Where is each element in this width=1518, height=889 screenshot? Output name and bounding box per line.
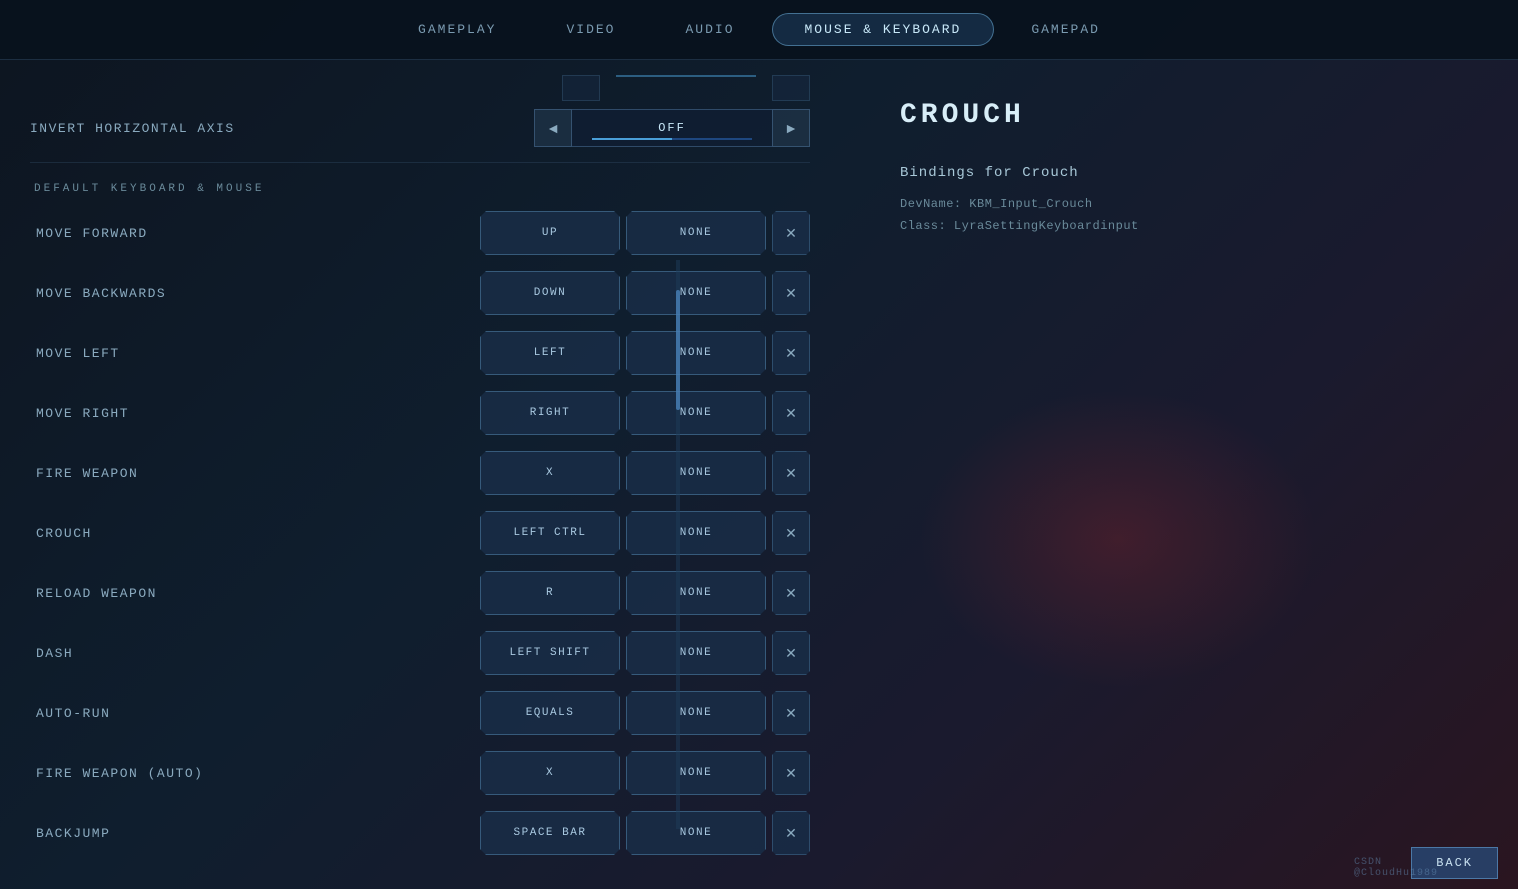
- key-btn-left-2[interactable]: NONE: [626, 331, 766, 375]
- clear-btn-autorun[interactable]: ✕: [772, 691, 810, 735]
- binding-controls-auto-run: EQUALS NONE ✕: [480, 691, 810, 735]
- partial-row: [30, 75, 810, 101]
- binding-info: Bindings for Crouch DevName: KBM_Input_C…: [900, 161, 1458, 237]
- key-btn-forward-2[interactable]: NONE: [626, 211, 766, 255]
- section-header: DEFAULT KEYBOARD & MOUSE: [30, 183, 810, 195]
- right-panel: CROUCH Bindings for Crouch DevName: KBM_…: [840, 60, 1518, 889]
- binding-row-move-forward: Move Forward UP NONE ✕: [30, 207, 810, 259]
- tab-audio[interactable]: AUDIO: [652, 13, 767, 46]
- binding-label-reload-weapon: Reload Weapon: [30, 586, 480, 601]
- clear-btn-reload[interactable]: ✕: [772, 571, 810, 615]
- key-btn-fireweapon-auto-2[interactable]: NONE: [626, 751, 766, 795]
- binding-row-fire-weapon: Fire Weapon X NONE ✕: [30, 447, 810, 499]
- binding-label-backjump: BackJump: [30, 826, 480, 841]
- key-btn-crouch-1[interactable]: LEFT CTRL: [480, 511, 620, 555]
- binding-info-title: Bindings for Crouch: [900, 161, 1458, 186]
- binding-controls-reload-weapon: R NONE ✕: [480, 571, 810, 615]
- binding-row-reload-weapon: Reload Weapon R NONE ✕: [30, 567, 810, 619]
- crouch-title: CROUCH: [900, 100, 1458, 131]
- key-btn-dash-2[interactable]: NONE: [626, 631, 766, 675]
- binding-row-move-right: Move Right RIGHT NONE ✕: [30, 387, 810, 439]
- left-panel: Invert Horizontal Axis ◄ OFF ► DEFAULT K…: [0, 60, 840, 889]
- binding-label-crouch: Crouch: [30, 526, 480, 541]
- key-btn-autorun-2[interactable]: NONE: [626, 691, 766, 735]
- binding-row-move-backwards: Move Backwards DOWN NONE ✕: [30, 267, 810, 319]
- invert-value-display: OFF: [572, 109, 772, 147]
- binding-controls-move-right: RIGHT NONE ✕: [480, 391, 810, 435]
- key-btn-reload-1[interactable]: R: [480, 571, 620, 615]
- binding-label-move-right: Move Right: [30, 406, 480, 421]
- binding-controls-move-backwards: DOWN NONE ✕: [480, 271, 810, 315]
- binding-label-move-left: Move Left: [30, 346, 480, 361]
- binding-controls-fire-weapon-auto: X NONE ✕: [480, 751, 810, 795]
- binding-label-dash: Dash: [30, 646, 480, 661]
- key-btn-left-1[interactable]: LEFT: [480, 331, 620, 375]
- binding-label-fire-weapon: Fire Weapon: [30, 466, 480, 481]
- binding-label-fire-weapon-auto: Fire Weapon (Auto): [30, 766, 480, 781]
- clear-btn-backwards[interactable]: ✕: [772, 271, 810, 315]
- key-btn-dash-1[interactable]: LEFT SHIFT: [480, 631, 620, 675]
- binding-label-move-forward: Move Forward: [30, 226, 480, 241]
- binding-label-move-backwards: Move Backwards: [30, 286, 480, 301]
- binding-row-backjump: BackJump SPACE BAR NONE ✕: [30, 807, 810, 859]
- binding-controls-backjump: SPACE BAR NONE ✕: [480, 811, 810, 855]
- key-btn-backjump-1[interactable]: SPACE BAR: [480, 811, 620, 855]
- invert-value-line: [592, 138, 752, 140]
- key-btn-fire-2[interactable]: NONE: [626, 451, 766, 495]
- binding-row-move-left: Move Left LEFT NONE ✕: [30, 327, 810, 379]
- invert-right-arrow[interactable]: ►: [772, 109, 810, 147]
- clear-btn-left[interactable]: ✕: [772, 331, 810, 375]
- clear-btn-dash[interactable]: ✕: [772, 631, 810, 675]
- binding-row-dash: Dash LEFT SHIFT NONE ✕: [30, 627, 810, 679]
- bottom-bar: CSDN @CloudHu1989 BACK: [1391, 837, 1518, 889]
- binding-controls-crouch: LEFT CTRL NONE ✕: [480, 511, 810, 555]
- clear-btn-fire[interactable]: ✕: [772, 451, 810, 495]
- clear-btn-backjump[interactable]: ✕: [772, 811, 810, 855]
- key-btn-backjump-2[interactable]: NONE: [626, 811, 766, 855]
- invert-value-line-fill: [592, 138, 672, 140]
- key-btn-autorun-1[interactable]: EQUALS: [480, 691, 620, 735]
- binding-row-fire-weapon-auto: Fire Weapon (Auto) X NONE ✕: [30, 747, 810, 799]
- main-content: Invert Horizontal Axis ◄ OFF ► DEFAULT K…: [0, 60, 1518, 889]
- clear-btn-fireweapon-auto[interactable]: ✕: [772, 751, 810, 795]
- partial-line: [616, 75, 756, 77]
- key-btn-right-1[interactable]: RIGHT: [480, 391, 620, 435]
- binding-label-auto-run: Auto-run: [30, 706, 480, 721]
- binding-controls-move-forward: UP NONE ✕: [480, 211, 810, 255]
- tab-mouse-keyboard[interactable]: MOUSE & KEYBOARD: [772, 13, 995, 46]
- key-btn-crouch-2[interactable]: NONE: [626, 511, 766, 555]
- binding-row-auto-run: Auto-run EQUALS NONE ✕: [30, 687, 810, 739]
- watermark: CSDN @CloudHu1989: [1354, 857, 1438, 879]
- scroll-indicator: [676, 260, 680, 829]
- invert-horizontal-row: Invert Horizontal Axis ◄ OFF ►: [30, 109, 810, 163]
- key-btn-forward-1[interactable]: UP: [480, 211, 620, 255]
- binding-controls-fire-weapon: X NONE ✕: [480, 451, 810, 495]
- tab-gameplay[interactable]: GAMEPLAY: [385, 13, 529, 46]
- invert-value-text: OFF: [658, 121, 686, 135]
- partial-btn-1: [562, 75, 600, 101]
- binding-controls-dash: LEFT SHIFT NONE ✕: [480, 631, 810, 675]
- key-btn-right-2[interactable]: NONE: [626, 391, 766, 435]
- clear-btn-right[interactable]: ✕: [772, 391, 810, 435]
- key-btn-fire-1[interactable]: X: [480, 451, 620, 495]
- dev-name: DevName: KBM_Input_Crouch: [900, 194, 1458, 216]
- binding-row-crouch: Crouch LEFT CTRL NONE ✕: [30, 507, 810, 559]
- top-navigation: GAMEPLAY VIDEO AUDIO MOUSE & KEYBOARD GA…: [0, 0, 1518, 60]
- key-btn-backwards-2[interactable]: NONE: [626, 271, 766, 315]
- key-btn-reload-2[interactable]: NONE: [626, 571, 766, 615]
- tab-video[interactable]: VIDEO: [533, 13, 648, 46]
- clear-btn-crouch[interactable]: ✕: [772, 511, 810, 555]
- invert-label: Invert Horizontal Axis: [30, 121, 534, 136]
- scroll-thumb[interactable]: [676, 290, 680, 410]
- partial-btn-2: [772, 75, 810, 101]
- tab-gamepad[interactable]: GAMEPAD: [998, 13, 1133, 46]
- clear-btn-forward[interactable]: ✕: [772, 211, 810, 255]
- key-btn-fireweapon-auto-1[interactable]: X: [480, 751, 620, 795]
- class-name: Class: LyraSettingKeyboardinput: [900, 216, 1458, 238]
- key-btn-backwards-1[interactable]: DOWN: [480, 271, 620, 315]
- binding-controls-move-left: LEFT NONE ✕: [480, 331, 810, 375]
- invert-controls: ◄ OFF ►: [534, 109, 810, 147]
- invert-left-arrow[interactable]: ◄: [534, 109, 572, 147]
